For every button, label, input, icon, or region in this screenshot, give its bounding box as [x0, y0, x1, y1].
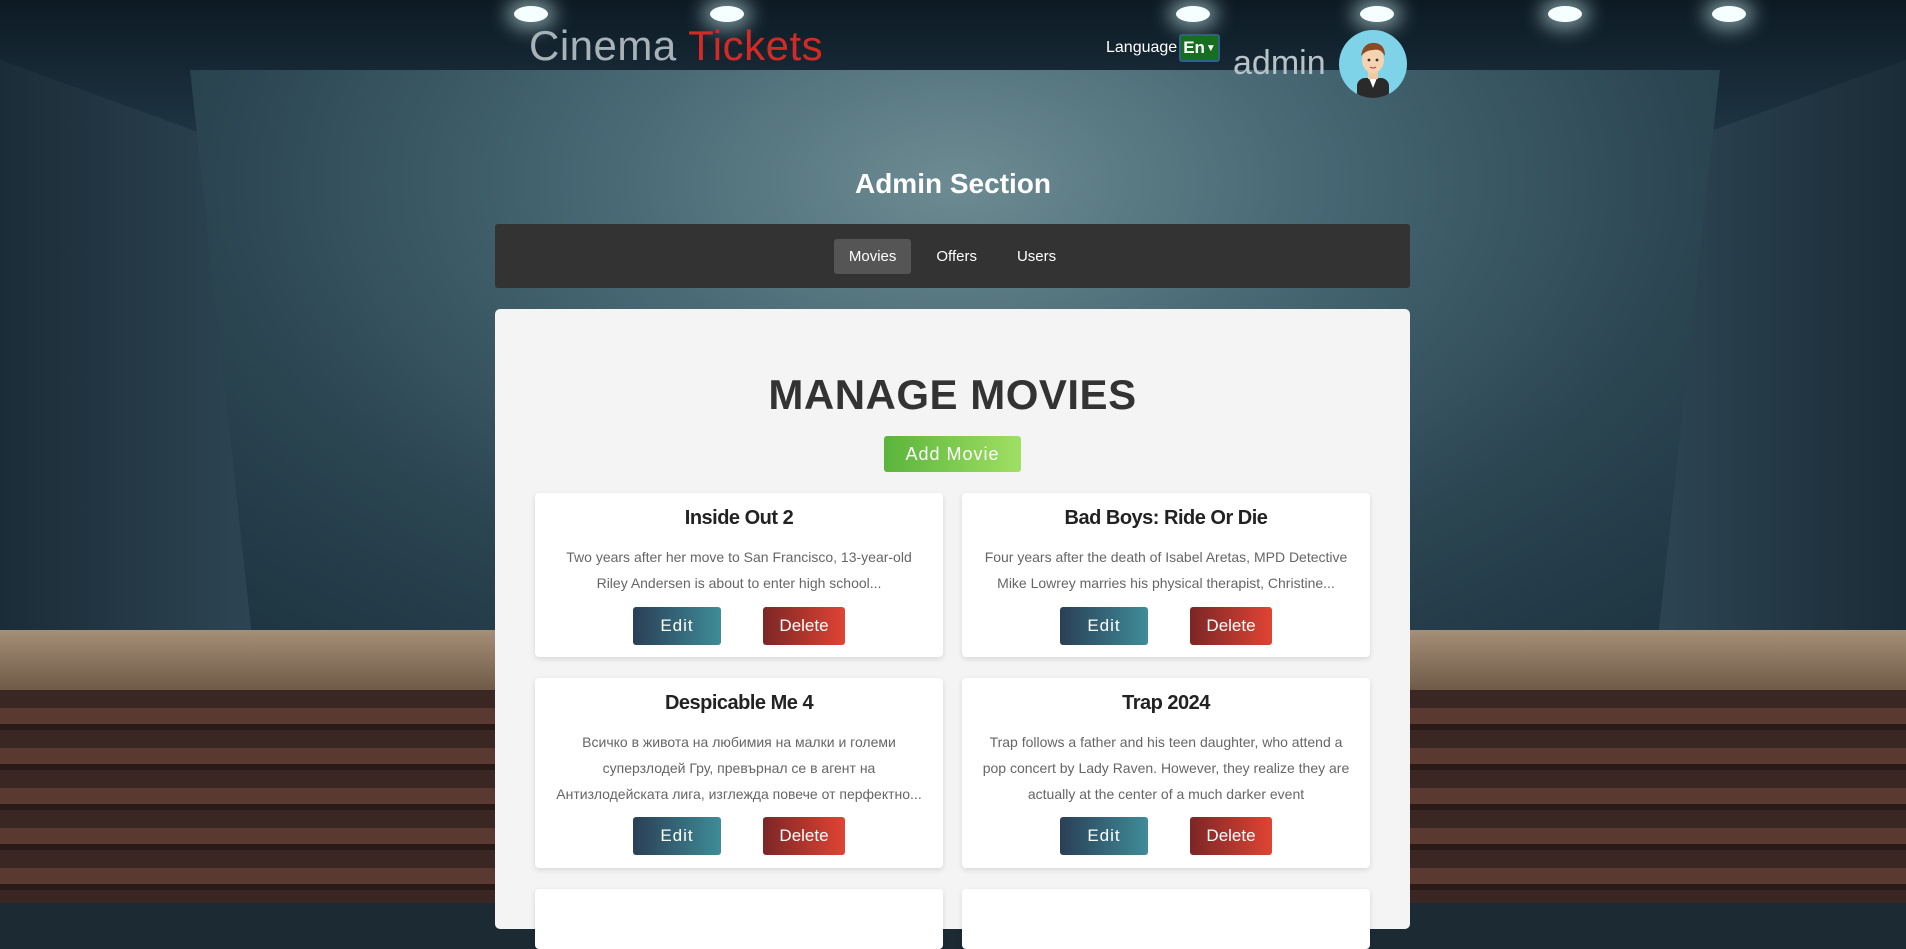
edit-button[interactable]: Edit — [1060, 607, 1148, 645]
movie-card: Bad Boys: Ride Or Die Four years after t… — [962, 493, 1370, 657]
movie-description: Four years after the death of Isabel Are… — [984, 549, 1348, 591]
movie-title: Despicable Me 4 — [664, 692, 814, 714]
movie-card: Inside Out 2 Two years after her move to… — [535, 493, 943, 657]
movie-description: Всичко в живота на любимия на малки и го… — [556, 734, 922, 802]
movie-description: Trap follows a father and his teen daugh… — [982, 734, 1350, 802]
language-label: Language — [1106, 39, 1178, 56]
edit-button[interactable]: Edit — [1060, 817, 1148, 855]
movie-card: Despicable Me 4 Всичко в живота на любим… — [535, 678, 943, 868]
language-selected-value: En — [1183, 38, 1205, 57]
admin-tabs: Movies Offers Users — [495, 224, 1410, 288]
tab-users[interactable]: Users — [1002, 239, 1071, 274]
section-title: Admin Section — [854, 168, 1051, 199]
movie-description: Two years after her move to San Francisc… — [566, 549, 912, 591]
delete-button[interactable]: Delete — [1190, 817, 1272, 855]
user-name[interactable]: admin — [1233, 44, 1326, 83]
delete-button[interactable]: Delete — [1190, 607, 1272, 645]
delete-button[interactable]: Delete — [763, 817, 845, 855]
add-movie-button[interactable]: Add Movie — [884, 436, 1021, 472]
edit-button[interactable]: Edit — [633, 817, 721, 855]
delete-button[interactable]: Delete — [763, 607, 845, 645]
movie-title: Trap 2024 — [1122, 692, 1210, 714]
language-select[interactable]: En ▼ — [1179, 34, 1220, 62]
movie-card — [535, 889, 943, 949]
tab-offers[interactable]: Offers — [921, 239, 992, 274]
brand-logo[interactable]: Cinema Tickets — [529, 22, 823, 70]
edit-button[interactable]: Edit — [633, 607, 721, 645]
movie-title: Bad Boys: Ride Or Die — [1064, 507, 1268, 529]
tab-movies[interactable]: Movies — [833, 238, 912, 274]
brand-word-tickets: Tickets — [688, 22, 824, 69]
movie-card: Trap 2024 Trap follows a father and his … — [962, 678, 1370, 868]
header: Cinema Tickets Language En ▼ admin — [0, 0, 1906, 110]
chevron-down-icon: ▼ — [1205, 42, 1216, 54]
movie-title: Inside Out 2 — [684, 507, 794, 529]
avatar[interactable] — [1339, 30, 1407, 98]
page-title: MANAGE MOVIES — [768, 371, 1137, 418]
manage-movies-panel: MANAGE MOVIES Add Movie Inside Out 2 Two… — [495, 309, 1410, 949]
movie-card — [962, 889, 1370, 949]
brand-word-cinema: Cinema — [529, 22, 677, 69]
language-switcher: Language En ▼ — [1106, 34, 1220, 62]
